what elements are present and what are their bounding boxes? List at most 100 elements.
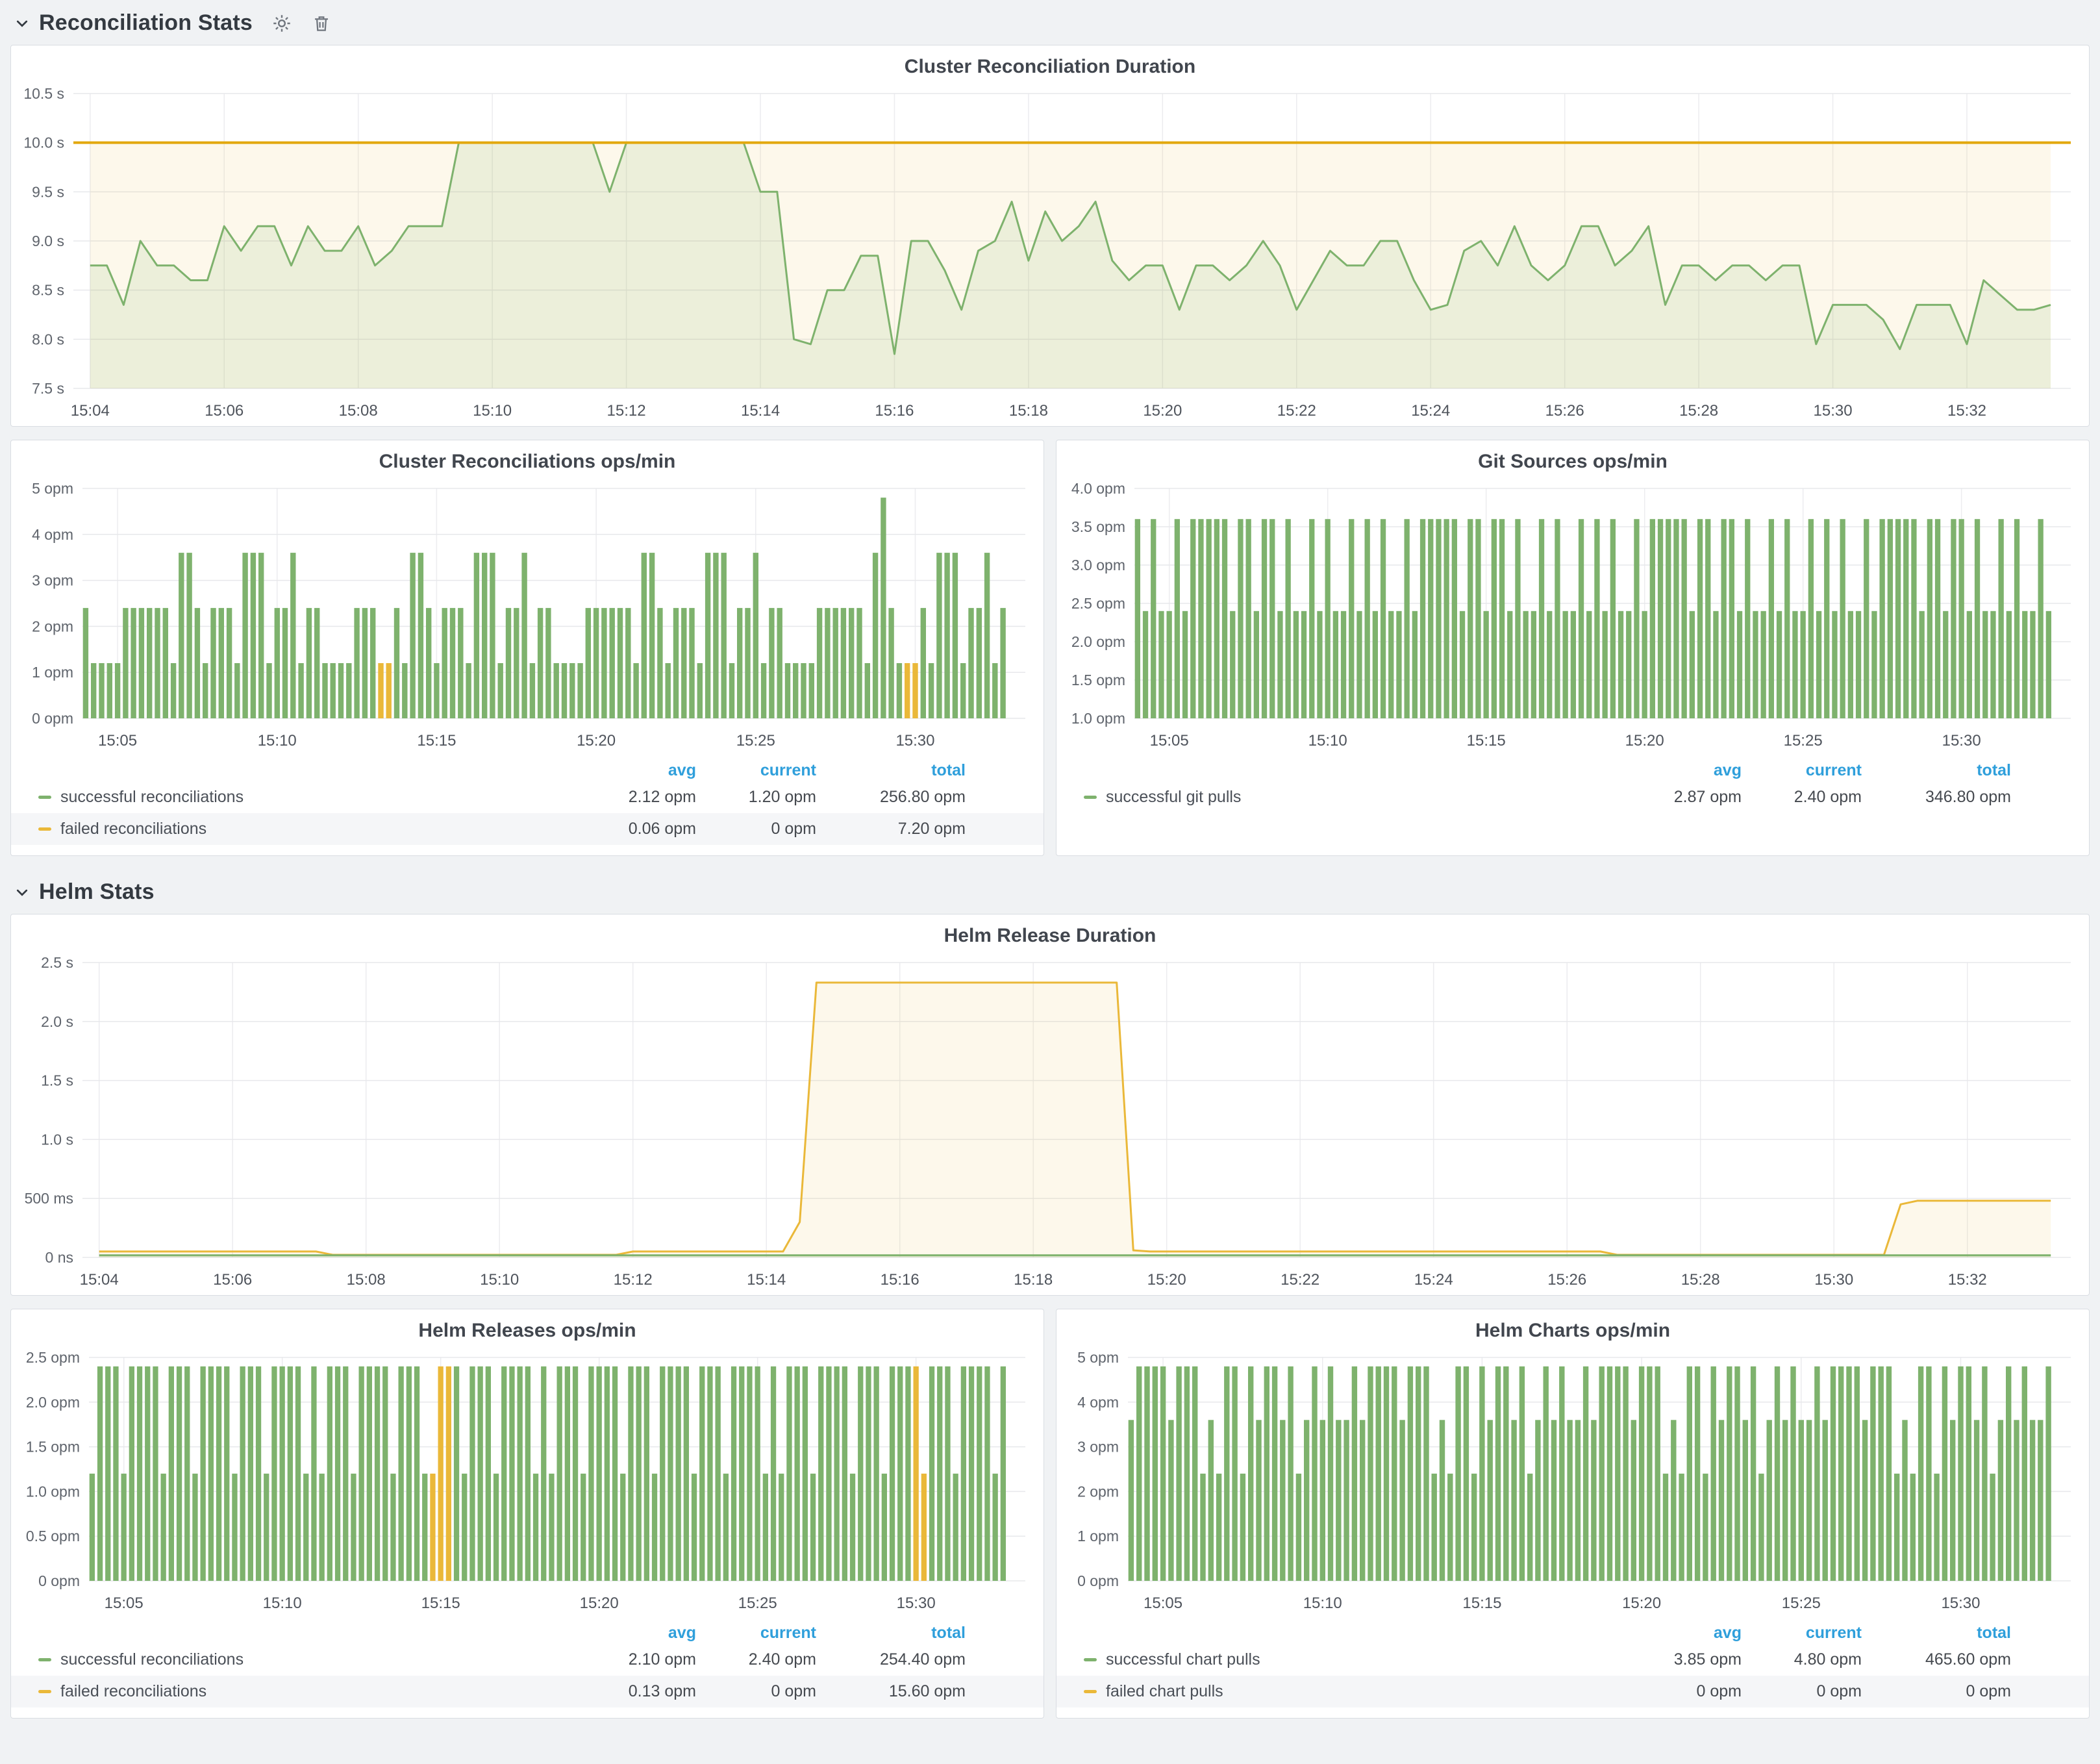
- x-axis-label: 15:30: [895, 732, 934, 750]
- y-axis-label: 8.5 s: [32, 282, 64, 299]
- legend-header-row: avgcurrenttotal: [11, 1622, 1044, 1644]
- legend-series-name: failed reconciliations: [60, 1682, 206, 1701]
- chart-canvas[interactable]: 0 opm1 opm2 opm3 opm4 opm5 opm15:0515:10…: [11, 477, 1044, 756]
- legend-value-current: 2.40 opm: [696, 1650, 816, 1669]
- y-axis-label: 3.0 opm: [1071, 557, 1125, 573]
- y-axis-label: 3 opm: [1077, 1439, 1119, 1455]
- git-sources-opm-chart[interactable]: 1.0 opm1.5 opm2.0 opm2.5 opm3.0 opm3.5 o…: [1056, 477, 2089, 756]
- legend-value-total: 7.20 opm: [816, 820, 966, 838]
- legend-header-avg[interactable]: avg: [576, 761, 696, 780]
- panel-title[interactable]: Cluster Reconciliations ops/min: [11, 440, 1044, 477]
- y-axis-label: 7.5 s: [32, 380, 64, 397]
- legend-row: failed chart pulls0 opm0 opm0 opm: [1056, 1676, 2089, 1707]
- y-axis-label: 0 ns: [45, 1249, 73, 1266]
- chart-canvas[interactable]: 1.0 opm1.5 opm2.0 opm2.5 opm3.0 opm3.5 o…: [1056, 477, 2089, 756]
- legend-header-avg[interactable]: avg: [1621, 761, 1742, 780]
- legend-value-avg: 2.12 opm: [576, 788, 696, 807]
- x-axis-label: 15:20: [1625, 732, 1664, 750]
- x-axis-label: 15:22: [1277, 402, 1316, 420]
- legend-header-avg[interactable]: avg: [1621, 1624, 1742, 1643]
- x-axis-label: 15:04: [71, 402, 110, 420]
- panel-title[interactable]: Helm Releases ops/min: [11, 1309, 1044, 1346]
- helm-releases-legend: avgcurrenttotal successful reconciliation…: [11, 1619, 1044, 1718]
- legend-header-row: avgcurrenttotal: [11, 760, 1044, 781]
- legend-header-total[interactable]: total: [816, 1624, 966, 1643]
- legend-header-current[interactable]: current: [696, 761, 816, 780]
- y-axis-label: 2 opm: [32, 618, 73, 635]
- x-axis-label: 15:32: [1947, 402, 1986, 420]
- y-axis-label: 0 opm: [1077, 1572, 1119, 1589]
- chart-canvas[interactable]: 0 opm1 opm2 opm3 opm4 opm5 opm15:0515:10…: [1056, 1346, 2089, 1619]
- helm-charts-legend: avgcurrenttotal successful chart pulls 3.8…: [1056, 1619, 2089, 1718]
- panel-helm-release-duration: Helm Release Duration 0 ns500 ms1.0 s1.5…: [10, 914, 2090, 1296]
- y-axis-label: 0 opm: [32, 710, 73, 727]
- x-axis-label: 15:14: [741, 402, 780, 420]
- y-axis-label: 1.5 opm: [1071, 672, 1125, 688]
- legend-value-current: 0 opm: [1742, 1682, 1862, 1701]
- y-axis-label: 500 ms: [25, 1190, 73, 1207]
- legend-series-label[interactable]: failed reconciliations: [38, 1682, 576, 1701]
- legend-header-current[interactable]: current: [696, 1624, 816, 1643]
- legend-header-total[interactable]: total: [1862, 1624, 2011, 1643]
- x-axis-label: 15:24: [1411, 402, 1450, 420]
- chart-canvas[interactable]: 0 ns500 ms1.0 s1.5 s2.0 s2.5 s15:0415:06…: [11, 951, 2089, 1295]
- legend-series-label[interactable]: failed reconciliations: [38, 820, 576, 838]
- legend-row: successful git pulls2.87 opm2.40 opm346.…: [1056, 781, 2089, 813]
- legend-value-avg: 2.87 opm: [1621, 788, 1742, 807]
- legend-value-current: 0 opm: [696, 1682, 816, 1701]
- cluster-reconciliations-opm-chart[interactable]: 0 opm1 opm2 opm3 opm4 opm5 opm15:0515:10…: [11, 477, 1044, 756]
- y-axis-label: 1 opm: [32, 664, 73, 681]
- cluster-reconciliation-duration-chart[interactable]: 7.5 s8.0 s8.5 s9.0 s9.5 s10.0 s10.5 s15:…: [11, 82, 2089, 426]
- chart-canvas[interactable]: 7.5 s8.0 s8.5 s9.0 s9.5 s10.0 s10.5 s15:…: [11, 82, 2089, 426]
- helm-release-duration-chart[interactable]: 0 ns500 ms1.0 s1.5 s2.0 s2.5 s15:0415:06…: [11, 951, 2089, 1295]
- y-axis-label: 10.5 s: [23, 85, 64, 102]
- y-axis-label: 1.5 opm: [26, 1439, 80, 1455]
- legend-row: successful chart pulls3.85 opm4.80 opm46…: [1056, 1644, 2089, 1676]
- section-header-reconciliation-stats[interactable]: Reconciliation Stats: [0, 0, 2100, 45]
- legend-value-avg: 3.85 opm: [1621, 1650, 1742, 1669]
- legend-row: successful reconciliations2.12 opm1.20 o…: [11, 781, 1044, 813]
- x-axis-label: 15:25: [1784, 732, 1823, 750]
- legend-series-label[interactable]: successful chart pulls: [1084, 1650, 1621, 1669]
- legend-header-total[interactable]: total: [816, 761, 966, 780]
- legend-header-avg[interactable]: avg: [576, 1624, 696, 1643]
- panel-title[interactable]: Git Sources ops/min: [1056, 440, 2089, 477]
- legend-series-label[interactable]: successful reconciliations: [38, 788, 576, 807]
- panel-cluster-reconciliations-opm: Cluster Reconciliations ops/min 0 opm 1 o…: [10, 440, 1044, 856]
- section-header-helm-stats[interactable]: Helm Stats: [0, 869, 2100, 914]
- x-axis-label: 15:20: [1143, 402, 1182, 420]
- legend-header-current[interactable]: current: [1742, 1624, 1862, 1643]
- legend-header-total[interactable]: total: [1862, 761, 2011, 780]
- panel-title[interactable]: Helm Release Duration: [11, 914, 2089, 951]
- legend-series-name: failed chart pulls: [1106, 1682, 1223, 1701]
- panel-title[interactable]: Cluster Reconciliation Duration: [11, 45, 2089, 82]
- legend-series-label[interactable]: failed chart pulls: [1084, 1682, 1621, 1701]
- x-axis-label: 15:05: [1150, 732, 1189, 750]
- x-axis-label: 15:15: [417, 732, 456, 750]
- trash-icon[interactable]: [311, 13, 332, 34]
- legend-header-current[interactable]: current: [1742, 761, 1862, 780]
- legend-series-label[interactable]: successful git pulls: [1084, 788, 1621, 807]
- x-axis-label: 15:15: [1467, 732, 1506, 750]
- y-axis-label: 0.5 opm: [26, 1528, 80, 1544]
- legend-value-avg: 0.13 opm: [576, 1682, 696, 1701]
- x-axis-label: 15:05: [1144, 1594, 1182, 1612]
- helm-releases-opm-chart[interactable]: 0 opm0.5 opm1.0 opm1.5 opm2.0 opm2.5 opm…: [11, 1346, 1044, 1619]
- y-axis-label: 2.0 opm: [1071, 633, 1125, 650]
- helm-charts-opm-chart[interactable]: 0 opm1 opm2 opm3 opm4 opm5 opm15:0515:10…: [1056, 1346, 2089, 1619]
- x-axis-label: 15:10: [263, 1594, 302, 1612]
- helm-panels-row: Helm Releases ops/min 0 opm0.5 opm1.0 op…: [10, 1309, 2090, 1719]
- panel-git-sources-opm: Git Sources ops/min 1.0 opm1.5 opm2.0 op…: [1056, 440, 2090, 856]
- x-axis-label: 15:24: [1414, 1271, 1453, 1289]
- y-axis-label: 4.0 opm: [1071, 480, 1125, 497]
- dashboard: Reconciliation Stats Cluster Reconciliat…: [0, 0, 2100, 1719]
- legend-series-name: successful chart pulls: [1106, 1650, 1260, 1669]
- gear-icon[interactable]: [271, 12, 293, 34]
- x-axis-label: 15:10: [480, 1271, 519, 1289]
- x-axis-label: 15:18: [1014, 1271, 1053, 1289]
- legend-series-name: successful git pulls: [1106, 788, 1241, 807]
- legend-series-label[interactable]: successful reconciliations: [38, 1650, 576, 1669]
- x-axis-label: 15:15: [1462, 1594, 1501, 1612]
- chart-canvas[interactable]: 0 opm0.5 opm1.0 opm1.5 opm2.0 opm2.5 opm…: [11, 1346, 1044, 1619]
- panel-title[interactable]: Helm Charts ops/min: [1056, 1309, 2089, 1346]
